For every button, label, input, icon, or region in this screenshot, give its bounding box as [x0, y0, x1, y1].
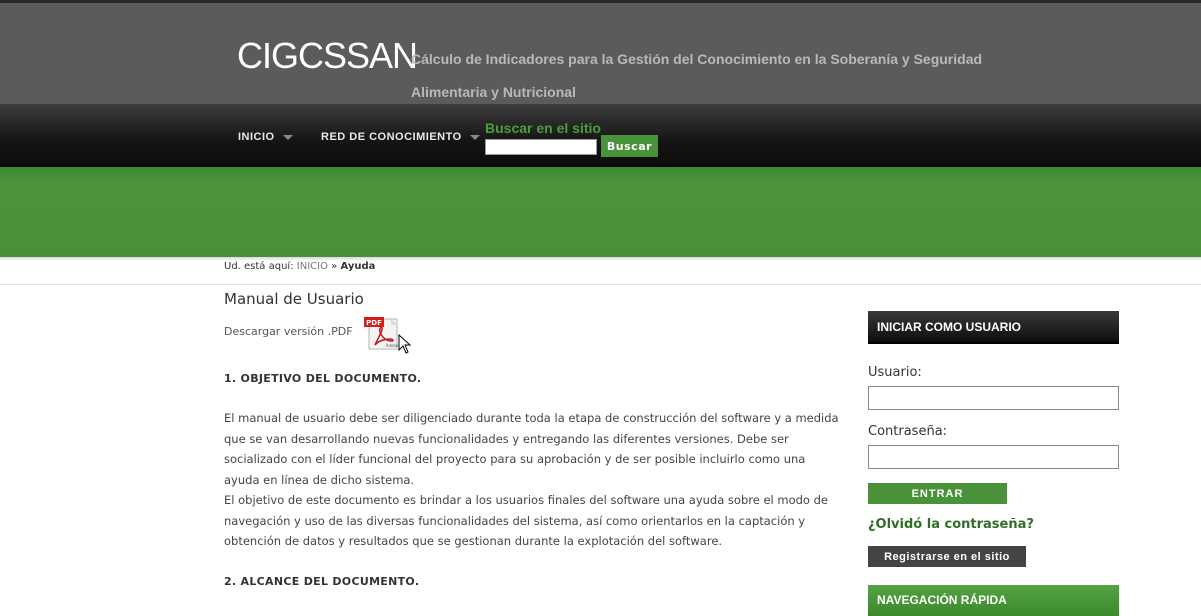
section-heading-alcance: 2. ALCANCE DEL DOCUMENTO.	[224, 575, 420, 588]
username-field[interactable]	[868, 386, 1119, 410]
login-box-title: INICIAR COMO USUARIO	[877, 320, 1021, 334]
breadcrumb-home-link[interactable]: INICIO	[297, 261, 328, 272]
forgot-password-link[interactable]: ¿Olvidó la contraseña?	[868, 517, 1034, 532]
main-nav: INICIO RED DE CONOCIMIENTO Buscar en el …	[0, 104, 1201, 167]
register-button[interactable]: Registrarse en el sitio	[868, 546, 1026, 567]
breadcrumb: Ud. está aquí: INICIO » Ayuda	[224, 261, 375, 272]
pdf-brand-text: Adobe	[386, 343, 399, 348]
nav-item-inicio[interactable]: INICIO	[238, 131, 293, 143]
mouse-cursor-icon	[398, 334, 412, 354]
site-description: Cálculo de Indicadores para la Gestión d…	[411, 51, 983, 100]
breadcrumb-divider	[0, 284, 1201, 285]
breadcrumb-separator: »	[331, 261, 338, 272]
banner-band	[0, 167, 1201, 257]
search-input[interactable]	[485, 139, 597, 155]
search-title: Buscar en el sitio	[485, 120, 601, 136]
site-title[interactable]: CIGCSSAN	[237, 38, 418, 74]
nav-item-label: INICIO	[238, 131, 275, 143]
quick-nav-title: NAVEGACIÓN RÁPIDA	[877, 593, 1007, 607]
site-header: CIGCSSAN Cálculo de Indicadores para la …	[0, 3, 1201, 104]
paragraph-objetivo-2: El objetivo de este documento es brindar…	[224, 493, 828, 548]
search-button[interactable]: Buscar	[601, 135, 658, 157]
banner-shadow	[0, 257, 1201, 261]
breadcrumb-prefix: Ud. está aquí:	[224, 261, 294, 272]
page-title: Manual de Usuario	[224, 290, 364, 308]
quick-nav-header: NAVEGACIÓN RÁPIDA	[868, 585, 1119, 616]
password-label: Contraseña:	[868, 424, 948, 439]
username-label: Usuario:	[868, 365, 922, 380]
login-box-header: INICIAR COMO USUARIO	[868, 311, 1119, 344]
chevron-down-icon	[469, 134, 480, 140]
chevron-down-icon	[282, 134, 293, 140]
password-field[interactable]	[868, 445, 1119, 469]
pdf-adobe-icon[interactable]: PDF Adobe	[363, 316, 399, 350]
pdf-badge-text: PDF	[366, 319, 382, 327]
enter-button[interactable]: ENTRAR	[868, 483, 1007, 504]
section-heading-objetivo: 1. OBJETIVO DEL DOCUMENTO.	[224, 372, 422, 385]
paragraph-objetivo-1: El manual de usuario debe ser diligencia…	[224, 411, 839, 487]
breadcrumb-current: Ayuda	[340, 261, 376, 272]
download-label: Descargar versión .PDF	[224, 325, 353, 338]
nav-item-red-de-conocimiento[interactable]: RED DE CONOCIMIENTO	[321, 131, 480, 143]
nav-item-label: RED DE CONOCIMIENTO	[321, 131, 462, 143]
